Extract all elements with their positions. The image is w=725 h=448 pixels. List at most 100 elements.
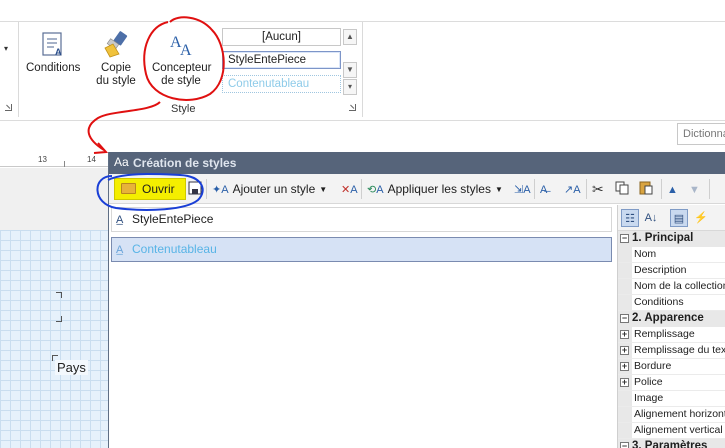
collapse-icon[interactable]: − bbox=[620, 234, 629, 243]
property-category[interactable]: −2. Apparence bbox=[618, 311, 725, 327]
style-item-icon: A̲ bbox=[116, 214, 124, 226]
style-gallery-item-contenutableau[interactable]: Contenutableau bbox=[222, 75, 341, 93]
cut-button[interactable]: ✂ bbox=[592, 179, 604, 199]
merge-style-button[interactable]: ↗A bbox=[564, 179, 581, 199]
property-row[interactable]: Nom de la collection bbox=[618, 279, 725, 295]
remove-style-button[interactable]: ✕A bbox=[341, 179, 358, 199]
property-row[interactable]: + Remplissage du texte bbox=[618, 343, 725, 359]
property-label: Bordure bbox=[634, 360, 672, 372]
property-label: Conditions bbox=[634, 296, 684, 308]
group-launcher-icon[interactable] bbox=[5, 104, 12, 111]
add-style-label: Ajouter un style bbox=[232, 182, 316, 196]
style-list-item-selected[interactable]: A̲ Contenutableau bbox=[111, 237, 612, 262]
svg-text:A: A bbox=[55, 47, 62, 57]
apply-styles-button[interactable]: ⟲A Appliquer les styles ▼ bbox=[367, 179, 503, 199]
folder-open-icon bbox=[121, 183, 136, 194]
property-row[interactable]: Nom bbox=[618, 247, 725, 263]
ribbon-overflow-arrow[interactable]: ▾ bbox=[4, 44, 8, 53]
expand-icon[interactable]: + bbox=[620, 362, 629, 371]
style-gallery-item-aucun[interactable]: [Aucun] bbox=[222, 28, 341, 46]
collapse-icon[interactable]: − bbox=[620, 442, 629, 448]
property-row[interactable]: Image bbox=[618, 391, 725, 407]
collapse-icon[interactable]: − bbox=[620, 314, 629, 323]
categorized-view-button[interactable]: ☷ bbox=[621, 209, 639, 227]
property-label: 1. Principal bbox=[632, 232, 694, 244]
chevron-down-icon: ▼ bbox=[319, 184, 328, 194]
gallery-more-button[interactable]: ▾ bbox=[343, 79, 357, 95]
paste-button[interactable] bbox=[639, 179, 653, 199]
window-title-bar[interactable]: Aa Création de styles bbox=[109, 152, 725, 174]
horizontal-ruler: 13 14 bbox=[0, 152, 108, 167]
style-designer-button[interactable]: A A Concepteur de style bbox=[152, 30, 212, 88]
properties-icon: ▤ bbox=[673, 213, 685, 225]
ribbon-separator bbox=[18, 22, 19, 117]
style-group-launcher-icon[interactable] bbox=[349, 104, 356, 111]
property-margin bbox=[618, 295, 632, 310]
report-page-grid[interactable] bbox=[0, 230, 108, 448]
alphabetical-view-button[interactable]: A↓ bbox=[642, 209, 660, 227]
expand-icon[interactable]: + bbox=[620, 346, 629, 355]
ruler-tick-label: 14 bbox=[87, 155, 96, 164]
property-row[interactable]: Alignement horizontal bbox=[618, 407, 725, 423]
lightning-icon: ⚡ bbox=[694, 212, 708, 224]
property-margin: + bbox=[618, 343, 632, 358]
property-row[interactable]: Alignement vertical bbox=[618, 423, 725, 439]
gallery-scroll-down-button[interactable]: ▼ bbox=[343, 62, 357, 78]
toolbar-separator bbox=[661, 179, 662, 199]
window-title: Création de styles bbox=[133, 156, 237, 170]
events-tab-button[interactable]: ⚡ bbox=[692, 209, 710, 227]
pays-text-field[interactable]: Pays bbox=[55, 360, 88, 375]
property-margin bbox=[618, 407, 632, 422]
copy-button[interactable] bbox=[615, 179, 629, 199]
selection-bracket bbox=[56, 292, 62, 298]
ribbon: ▾ A Conditions Copie du style A A Concep… bbox=[0, 0, 725, 125]
toolbar-separator bbox=[534, 179, 535, 199]
property-margin: + bbox=[618, 359, 632, 374]
style-gallery-item-stylentepiece[interactable]: StyleEntePiece bbox=[222, 51, 341, 69]
tab-dictionnaire[interactable]: Dictionnaire bbox=[677, 123, 725, 145]
move-up-button[interactable]: ▲ bbox=[667, 179, 678, 199]
save-button[interactable] bbox=[188, 179, 202, 199]
style-toolbar: Ouvrir ✦A Ajouter un style ▼ ✕A ⟲A Applique… bbox=[109, 174, 725, 204]
property-category[interactable]: −3. Paramètres bbox=[618, 439, 725, 448]
expand-icon[interactable]: + bbox=[620, 330, 629, 339]
open-button[interactable]: Ouvrir bbox=[114, 178, 186, 200]
ribbon-bottom-bar bbox=[0, 120, 725, 150]
property-row[interactable]: + Remplissage bbox=[618, 327, 725, 343]
property-row[interactable]: Conditions bbox=[618, 295, 725, 311]
style-from-component-button[interactable]: ⇲A bbox=[514, 179, 531, 199]
move-down-button[interactable]: ▼ bbox=[689, 179, 700, 199]
property-category[interactable]: −1. Principal bbox=[618, 231, 725, 247]
property-margin: − bbox=[618, 311, 632, 327]
property-row[interactable]: + Police bbox=[618, 375, 725, 391]
conditions-button[interactable]: A Conditions bbox=[26, 30, 80, 75]
ribbon-separator bbox=[362, 22, 363, 117]
property-margin: − bbox=[618, 439, 632, 448]
toolbar-separator bbox=[206, 179, 207, 199]
property-label: Remplissage du texte bbox=[634, 344, 725, 356]
toolbar-separator bbox=[586, 179, 587, 199]
property-row[interactable]: Description bbox=[618, 263, 725, 279]
add-style-button[interactable]: ✦A Ajouter un style ▼ bbox=[212, 179, 327, 199]
gallery-scroll-up-button[interactable]: ▲ bbox=[343, 29, 357, 45]
property-margin: − bbox=[618, 231, 632, 247]
properties-tab-button[interactable]: ▤ bbox=[670, 209, 688, 227]
arrow-down-icon: ▼ bbox=[689, 184, 700, 196]
expand-icon[interactable]: + bbox=[620, 378, 629, 387]
copy-style-button[interactable]: Copie du style bbox=[90, 30, 142, 88]
paste-icon bbox=[639, 181, 653, 195]
property-label: Alignement horizontal bbox=[634, 408, 725, 420]
style-list-item[interactable]: A̲ StyleEntePiece bbox=[111, 207, 612, 232]
apply-styles-icon: ⟲A bbox=[367, 184, 384, 196]
duplicate-style-button[interactable]: A̶ bbox=[540, 179, 547, 199]
property-label: Police bbox=[634, 376, 663, 388]
open-button-label: Ouvrir bbox=[142, 182, 175, 196]
apply-styles-label: Appliquer les styles bbox=[387, 182, 491, 196]
property-label: Nom de la collection bbox=[634, 280, 725, 292]
toolbar-separator bbox=[361, 179, 362, 199]
chevron-down-icon: ▼ bbox=[494, 184, 503, 194]
save-icon bbox=[188, 181, 202, 195]
property-margin bbox=[618, 391, 632, 406]
property-row[interactable]: + Bordure bbox=[618, 359, 725, 375]
categorized-icon: ☷ bbox=[625, 213, 635, 225]
